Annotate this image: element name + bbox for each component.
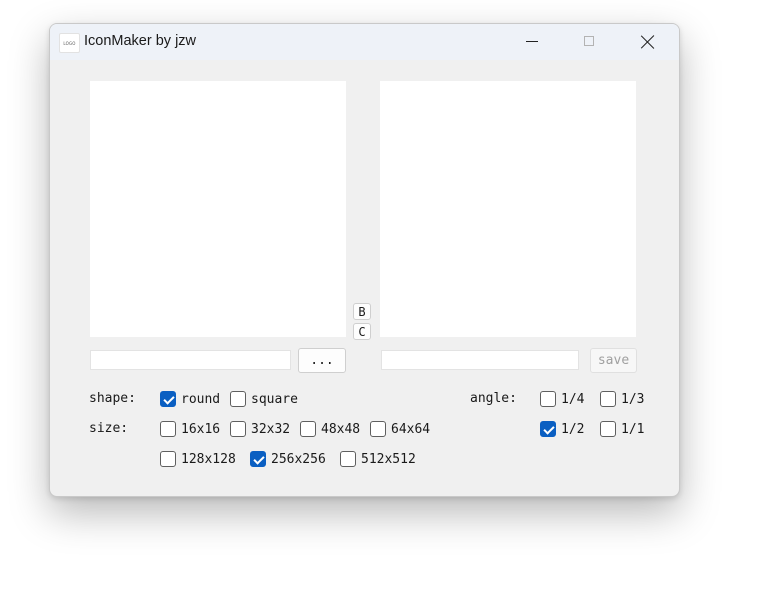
title-bar[interactable]: LOGO IconMaker by jzw bbox=[50, 24, 679, 60]
angle-1-3-checkbox[interactable] bbox=[600, 391, 616, 407]
source-image-panel[interactable] bbox=[90, 81, 346, 337]
app-window: LOGO IconMaker by jzw B C ... save shape… bbox=[49, 23, 680, 497]
close-button[interactable] bbox=[619, 24, 677, 60]
shape-label: shape: bbox=[89, 391, 136, 406]
size-32-checkbox[interactable] bbox=[230, 421, 246, 437]
b-button[interactable]: B bbox=[353, 303, 371, 320]
c-button[interactable]: C bbox=[353, 323, 371, 340]
maximize-button[interactable] bbox=[561, 24, 619, 60]
source-path-field[interactable] bbox=[90, 350, 291, 370]
angle-1-2-checkbox[interactable] bbox=[540, 421, 556, 437]
size-48-label[interactable]: 48x48 bbox=[321, 422, 360, 437]
app-logo: LOGO bbox=[59, 33, 80, 53]
maximize-icon bbox=[584, 36, 594, 46]
size-256-label[interactable]: 256x256 bbox=[271, 452, 326, 467]
preview-image-panel bbox=[380, 81, 636, 337]
shape-round-checkbox[interactable] bbox=[160, 391, 176, 407]
angle-label: angle: bbox=[470, 391, 517, 406]
shape-round-label[interactable]: round bbox=[181, 392, 220, 407]
size-128-checkbox[interactable] bbox=[160, 451, 176, 467]
size-16-label[interactable]: 16x16 bbox=[181, 422, 220, 437]
size-128-label[interactable]: 128x128 bbox=[181, 452, 236, 467]
size-64-checkbox[interactable] bbox=[370, 421, 386, 437]
save-button[interactable]: save bbox=[590, 348, 637, 373]
angle-1-1-label[interactable]: 1/1 bbox=[621, 422, 644, 437]
angle-1-4-checkbox[interactable] bbox=[540, 391, 556, 407]
angle-1-3-label[interactable]: 1/3 bbox=[621, 392, 644, 407]
output-path-field[interactable] bbox=[381, 350, 579, 370]
shape-square-label[interactable]: square bbox=[251, 392, 298, 407]
size-48-checkbox[interactable] bbox=[300, 421, 316, 437]
window-title: IconMaker by jzw bbox=[84, 33, 197, 49]
size-label: size: bbox=[89, 421, 129, 436]
browse-button[interactable]: ... bbox=[298, 348, 346, 373]
size-512-checkbox[interactable] bbox=[340, 451, 356, 467]
size-256-checkbox[interactable] bbox=[250, 451, 266, 467]
size-16-checkbox[interactable] bbox=[160, 421, 176, 437]
shape-square-checkbox[interactable] bbox=[230, 391, 246, 407]
close-icon bbox=[641, 35, 655, 49]
size-32-label[interactable]: 32x32 bbox=[251, 422, 290, 437]
angle-1-4-label[interactable]: 1/4 bbox=[561, 392, 584, 407]
minimize-button[interactable] bbox=[503, 24, 561, 60]
size-512-label[interactable]: 512x512 bbox=[361, 452, 416, 467]
angle-1-1-checkbox[interactable] bbox=[600, 421, 616, 437]
angle-1-2-label[interactable]: 1/2 bbox=[561, 422, 584, 437]
size-64-label[interactable]: 64x64 bbox=[391, 422, 430, 437]
minimize-icon bbox=[526, 41, 538, 42]
